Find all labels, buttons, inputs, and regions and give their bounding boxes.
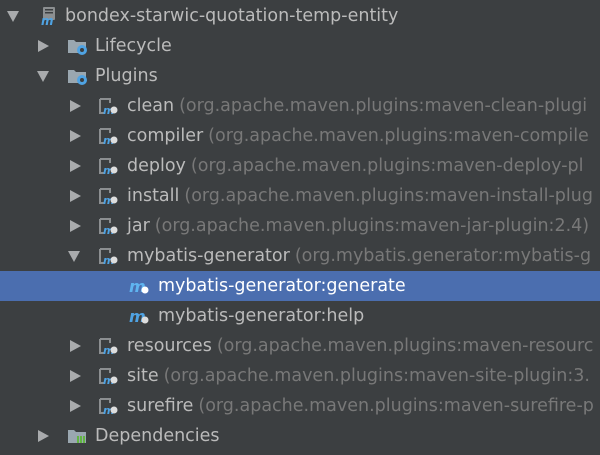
svg-text:m: m [129,307,146,326]
plugin-name: site [127,366,159,386]
expand-arrow-icon[interactable] [70,370,81,382]
svg-text:m: m [129,277,146,296]
plugin-coordinates: (org.apache.maven.plugins:maven-deploy-p… [190,156,584,176]
goal-label: mybatis-generator:generate [158,276,406,296]
plugin-name: mybatis-generator [127,246,290,266]
dependencies-folder-icon [68,430,86,443]
plugin-name: surefire [127,396,194,416]
folder-gear-icon [68,40,87,55]
tree-row-plugin[interactable]: m jar (org.apache.maven.plugins:maven-jar… [0,211,600,241]
plugins-label: Plugins [95,66,158,86]
tree-row-goal-generate[interactable]: m mybatis-generator:generate [0,271,600,301]
maven-plugin-icon: m [99,158,118,177]
plugin-coordinates: (org.apache.maven.plugins:maven-compile [208,126,589,146]
maven-project-icon: m [41,7,55,27]
maven-plugin-icon: m [99,368,118,387]
expand-arrow-icon[interactable] [37,71,49,82]
maven-plugin-icon: m [99,128,118,147]
expand-arrow-icon[interactable] [70,400,81,412]
expand-arrow-icon[interactable] [70,130,81,142]
plugin-coordinates: (org.mybatis.generator:mybatis-g [294,246,592,266]
expand-arrow-icon[interactable] [7,11,19,22]
tree-row-plugin[interactable]: m deploy (org.apache.maven.plugins:maven-… [0,151,600,181]
plugin-name: resources [127,336,212,356]
tree-row-plugin[interactable]: m mybatis-generator (org.mybatis.generato… [0,241,600,271]
maven-goal-icon: m [129,277,149,296]
collapse-arrow-icon[interactable] [68,251,80,262]
plugin-coordinates: (org.apache.maven.plugins:maven-jar-plug… [154,216,590,236]
maven-plugin-icon: m [99,338,118,357]
plugin-coordinates: (org.apache.maven.plugins:maven-resourc [216,336,594,356]
maven-plugin-icon: m [99,398,118,417]
maven-goal-icon: m [129,307,149,326]
maven-plugin-icon: m [99,188,118,207]
maven-plugin-icon: m [99,218,118,237]
maven-plugin-icon: m [99,98,118,117]
plugin-name: install [127,186,180,206]
tree-row-plugin[interactable]: m resources (org.apache.maven.plugins:mav… [0,331,600,361]
tree-row-goal-help[interactable]: m mybatis-generator:help [0,301,600,331]
expand-arrow-icon[interactable] [70,190,81,202]
goal-label: mybatis-generator:help [158,306,365,326]
plugin-name: jar [127,216,150,236]
expand-arrow-icon[interactable] [70,220,81,232]
plugin-coordinates: (org.apache.maven.plugins:maven-install-… [184,186,593,206]
tree-row-dependencies[interactable]: Dependencies [0,421,600,451]
project-label: bondex-starwic-quotation-temp-entity [65,6,399,26]
tree-row-project[interactable]: m bondex-starwic-quotation-temp-entity [0,1,600,31]
expand-arrow-icon[interactable] [70,160,81,172]
expand-arrow-icon[interactable] [70,100,81,112]
tree-row-lifecycle[interactable]: Lifecycle [0,31,600,61]
tree-row-plugin[interactable]: m site (org.apache.maven.plugins:maven-si… [0,361,600,391]
expand-arrow-icon[interactable] [38,430,49,442]
expand-arrow-icon[interactable] [70,340,81,352]
plugin-name: clean [127,96,175,116]
tree-row-plugins[interactable]: Plugins [0,61,600,91]
dependencies-label: Dependencies [95,426,220,446]
tree-row-plugin[interactable]: m clean (org.apache.maven.plugins:maven-c… [0,91,600,121]
expand-arrow-icon[interactable] [38,40,49,52]
folder-gear-icon [68,70,87,85]
plugin-coordinates: (org.apache.maven.plugins:maven-clean-pl… [179,96,588,116]
maven-plugin-icon: m [99,248,118,267]
plugin-coordinates: (org.apache.maven.plugins:maven-site-plu… [163,366,590,386]
plugin-name: compiler [127,126,204,146]
plugin-name: deploy [127,156,186,176]
maven-projects-tree: m bondex-starwic-quotation-temp-entity L… [0,0,600,455]
svg-text:m: m [41,14,54,27]
tree-row-plugin[interactable]: m surefire (org.apache.maven.plugins:mave… [0,391,600,421]
plugin-coordinates: (org.apache.maven.plugins:maven-surefire… [198,396,594,416]
tree-row-plugin[interactable]: m compiler (org.apache.maven.plugins:mave… [0,121,600,151]
tree-row-plugin[interactable]: m install (org.apache.maven.plugins:maven… [0,181,600,211]
lifecycle-label: Lifecycle [95,36,172,56]
